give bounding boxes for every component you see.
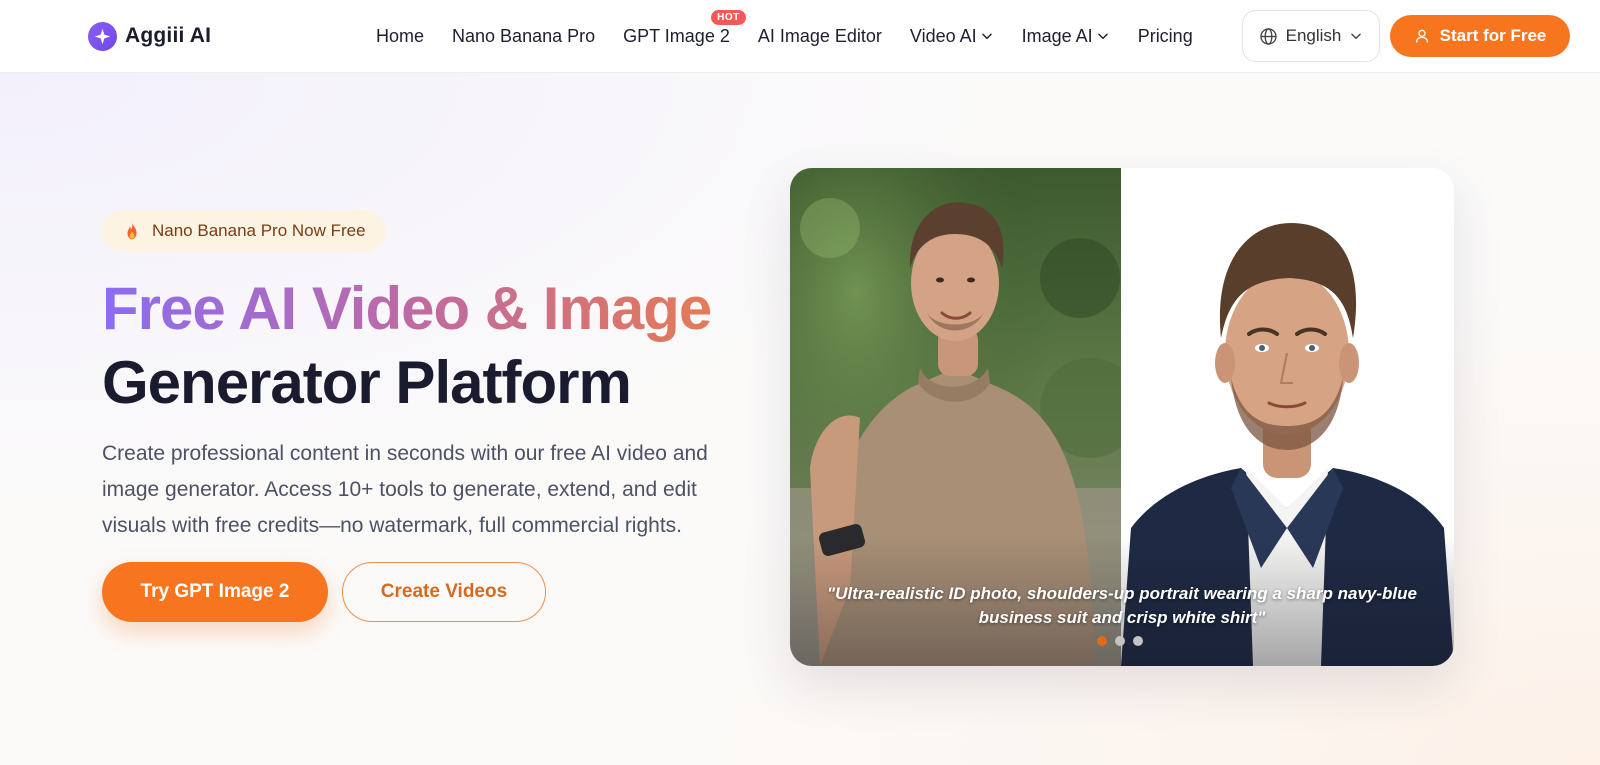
hot-badge: HOT: [711, 9, 746, 25]
hero-title-line1: Free AI Video & Image: [102, 272, 822, 346]
nav-item-label: GPT Image 2: [623, 25, 730, 46]
nav-item-label: AI Image Editor: [757, 25, 882, 46]
sparkle-icon: [88, 21, 117, 51]
language-label: English: [1285, 26, 1342, 45]
nav-item-label: Video AI: [909, 25, 977, 46]
try-gpt-image-2-button[interactable]: Try GPT Image 2: [102, 562, 328, 622]
chevron-down-icon: [1351, 33, 1362, 40]
nav-item-pricing[interactable]: Pricing: [1138, 26, 1193, 47]
nav-item-label: Image AI: [1021, 25, 1093, 46]
fire-icon: [127, 222, 137, 240]
showcase-carousel[interactable]: "Ultra-realistic ID photo, shoulders-up …: [790, 168, 1454, 666]
nav-item-label: Nano Banana Pro: [452, 25, 596, 46]
user-icon: [1415, 29, 1428, 43]
showcase-caption: "Ultra-realistic ID photo, shoulders-up …: [827, 584, 1417, 627]
site-header: Aggiii AI Home Nano Banana Pro GPT Image…: [0, 0, 1600, 73]
announcement-pill[interactable]: Nano Banana Pro Now Free: [102, 210, 386, 252]
chevron-down-icon: [981, 33, 992, 40]
language-selector[interactable]: English: [1242, 10, 1380, 62]
hero-title: Free AI Video & Image Generator Platform: [102, 272, 822, 420]
start-for-free-button[interactable]: Start for Free: [1390, 15, 1570, 57]
nav-item-gpt-image-2[interactable]: GPT Image 2 HOT: [623, 9, 746, 47]
chevron-down-icon: [1097, 33, 1108, 40]
globe-icon: [1259, 27, 1277, 45]
announcement-text: Nano Banana Pro Now Free: [152, 221, 366, 240]
hero-description: Create professional content in seconds w…: [102, 442, 708, 537]
nav-item-home[interactable]: Home: [376, 26, 424, 47]
nav-item-image-ai[interactable]: Image AI: [1022, 26, 1110, 47]
carousel-dot-3[interactable]: [1133, 636, 1143, 646]
nav-item-video-ai[interactable]: Video AI: [910, 26, 994, 47]
nav-item-nano-banana-pro[interactable]: Nano Banana Pro: [452, 26, 595, 47]
carousel-dot-1[interactable]: [1097, 636, 1107, 646]
carousel-dots: [1097, 636, 1143, 646]
brand-logo[interactable]: Aggiii AI: [88, 20, 211, 52]
carousel-dot-2[interactable]: [1115, 636, 1125, 646]
create-videos-button[interactable]: Create Videos: [342, 562, 546, 622]
start-for-free-label: Start for Free: [1439, 26, 1547, 45]
nav-item-ai-image-editor[interactable]: AI Image Editor: [758, 26, 882, 47]
main-nav: Home Nano Banana Pro GPT Image 2 HOT AI …: [376, 9, 1193, 50]
hero-title-line2: Generator Platform: [102, 349, 632, 416]
brand-name: Aggiii AI: [125, 24, 212, 47]
nav-item-label: Home: [376, 25, 425, 46]
nav-item-label: Pricing: [1137, 25, 1193, 46]
